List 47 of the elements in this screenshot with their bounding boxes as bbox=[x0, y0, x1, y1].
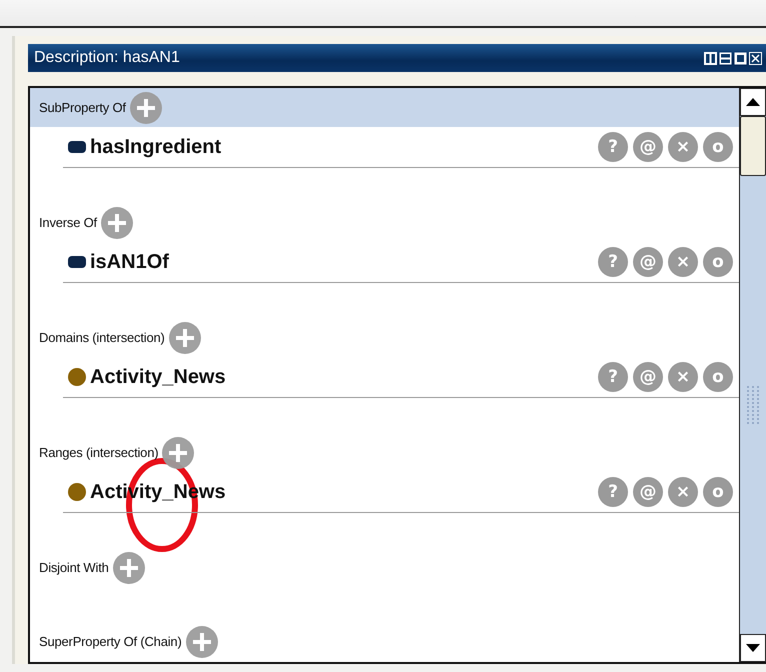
scroll-down-button[interactable] bbox=[740, 634, 766, 662]
action-button[interactable]: o bbox=[703, 362, 733, 392]
section-label: Disjoint With bbox=[39, 560, 109, 575]
class-icon bbox=[68, 483, 86, 501]
split-icon[interactable] bbox=[704, 52, 717, 64]
action-button[interactable]: ? bbox=[598, 247, 628, 277]
action-button[interactable]: × bbox=[668, 247, 698, 277]
up-arrow-icon bbox=[746, 98, 760, 106]
grip-icon bbox=[746, 385, 760, 425]
action-button[interactable]: × bbox=[668, 477, 698, 507]
action-button[interactable]: o bbox=[703, 477, 733, 507]
add-icon[interactable] bbox=[100, 206, 133, 238]
entity-name[interactable]: Activity_News bbox=[90, 366, 226, 388]
scroll-up-button[interactable] bbox=[740, 88, 766, 116]
action-button[interactable]: ? bbox=[598, 132, 628, 162]
add-icon[interactable] bbox=[130, 92, 162, 124]
action-button[interactable]: ? bbox=[598, 362, 628, 392]
add-icon[interactable] bbox=[186, 626, 218, 658]
action-button[interactable]: @ bbox=[633, 362, 663, 392]
action-button[interactable]: @ bbox=[633, 132, 663, 162]
panel-title: Description: hasAN1 bbox=[34, 49, 180, 67]
action-button[interactable]: o bbox=[703, 247, 733, 277]
close-icon[interactable] bbox=[749, 52, 762, 64]
action-button[interactable]: @ bbox=[633, 477, 663, 507]
add-icon[interactable] bbox=[168, 322, 201, 354]
minimize-icon[interactable] bbox=[719, 52, 732, 64]
action-button[interactable]: ? bbox=[598, 477, 628, 507]
action-button[interactable]: @ bbox=[633, 247, 663, 277]
maximize-icon[interactable] bbox=[734, 52, 747, 64]
action-button[interactable]: × bbox=[668, 362, 698, 392]
class-icon bbox=[68, 368, 86, 386]
entity-name[interactable]: isAN1Of bbox=[90, 250, 169, 274]
add-icon[interactable] bbox=[112, 552, 145, 584]
scroll-thumb[interactable] bbox=[740, 116, 766, 176]
section-label: Ranges (intersection) bbox=[39, 445, 158, 460]
entity-name[interactable]: hasIngredient bbox=[90, 136, 222, 158]
property-icon bbox=[68, 256, 86, 268]
action-button[interactable]: o bbox=[703, 132, 733, 162]
section-label: SubProperty Of bbox=[39, 100, 126, 115]
section-label: Inverse Of bbox=[39, 215, 97, 230]
section-label: SuperProperty Of (Chain) bbox=[39, 634, 182, 649]
down-arrow-icon bbox=[746, 644, 760, 652]
action-button[interactable]: × bbox=[668, 132, 698, 162]
property-icon bbox=[68, 141, 86, 153]
scrollbar[interactable] bbox=[739, 88, 766, 662]
section-label: Domains (intersection) bbox=[39, 330, 165, 345]
add-icon[interactable] bbox=[162, 436, 194, 468]
